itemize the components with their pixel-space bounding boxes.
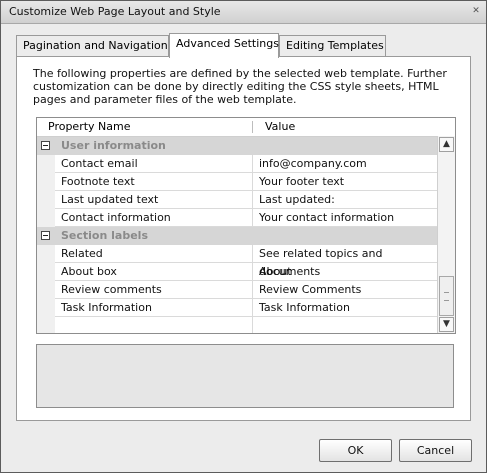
property-row[interactable]: Related See related topics and documents [37,245,437,278]
cancel-button[interactable]: Cancel [399,439,472,462]
property-name: Contact information [61,211,171,224]
vertical-scrollbar[interactable]: ▲ ▼ [437,136,455,333]
group-label: User information [61,139,166,152]
group-user-information[interactable]: User information [37,137,437,155]
window-title: Customize Web Page Layout and Style [9,5,221,18]
property-row[interactable]: Last updated text Last updated: [37,191,437,209]
grid-header: Property Name Value [37,118,455,137]
column-divider[interactable] [252,121,253,133]
group-section-labels[interactable]: Section labels [37,227,437,245]
dialog-window: Customize Web Page Layout and Style ✕ Pa… [0,0,487,473]
property-value[interactable]: Task Information [259,299,350,317]
property-name: Last updated text [61,193,159,206]
property-row[interactable]: Review comments Review Comments [37,281,437,299]
property-name: Footnote text [61,175,135,188]
empty-row [37,317,437,333]
description-text: The following properties are defined by … [33,67,447,106]
group-label: Section labels [61,229,148,242]
property-value[interactable]: About [259,263,292,281]
property-name: Related [61,247,103,260]
property-value[interactable]: Last updated: [259,191,335,209]
property-value[interactable]: info@company.com [259,155,367,173]
property-row[interactable]: About box About [37,263,437,281]
scroll-thumb[interactable] [439,276,454,316]
scroll-down-icon[interactable]: ▼ [439,317,454,332]
property-description-box [36,344,454,408]
tab-pagination-navigation[interactable]: Pagination and Navigation [16,35,169,56]
collapse-icon[interactable] [41,231,50,240]
property-name: Review comments [61,283,162,296]
collapse-icon[interactable] [41,141,50,150]
property-row[interactable]: Footnote text Your footer text [37,173,437,191]
property-value[interactable]: Your footer text [259,173,344,191]
ok-button[interactable]: OK [319,439,392,462]
column-header-property-name[interactable]: Property Name [48,118,131,136]
property-row[interactable]: Contact email info@company.com [37,155,437,173]
property-grid: Property Name Value User information Con… [36,117,456,334]
property-row[interactable]: Contact information Your contact informa… [37,209,437,227]
advanced-settings-panel: The following properties are defined by … [16,56,471,421]
tab-advanced-settings[interactable]: Advanced Settings [169,33,279,58]
tab-editing-templates[interactable]: Editing Templates [279,35,386,56]
property-row[interactable]: Task Information Task Information [37,299,437,317]
scroll-up-icon[interactable]: ▲ [439,137,454,152]
property-value[interactable]: Your contact information [259,209,394,227]
property-name: About box [61,265,117,278]
property-name: Task Information [61,301,152,314]
column-header-value[interactable]: Value [265,118,295,136]
title-bar: Customize Web Page Layout and Style ✕ [1,1,486,24]
property-name: Contact email [61,157,138,170]
property-value[interactable]: Review Comments [259,281,361,299]
close-icon[interactable]: ✕ [470,5,482,17]
